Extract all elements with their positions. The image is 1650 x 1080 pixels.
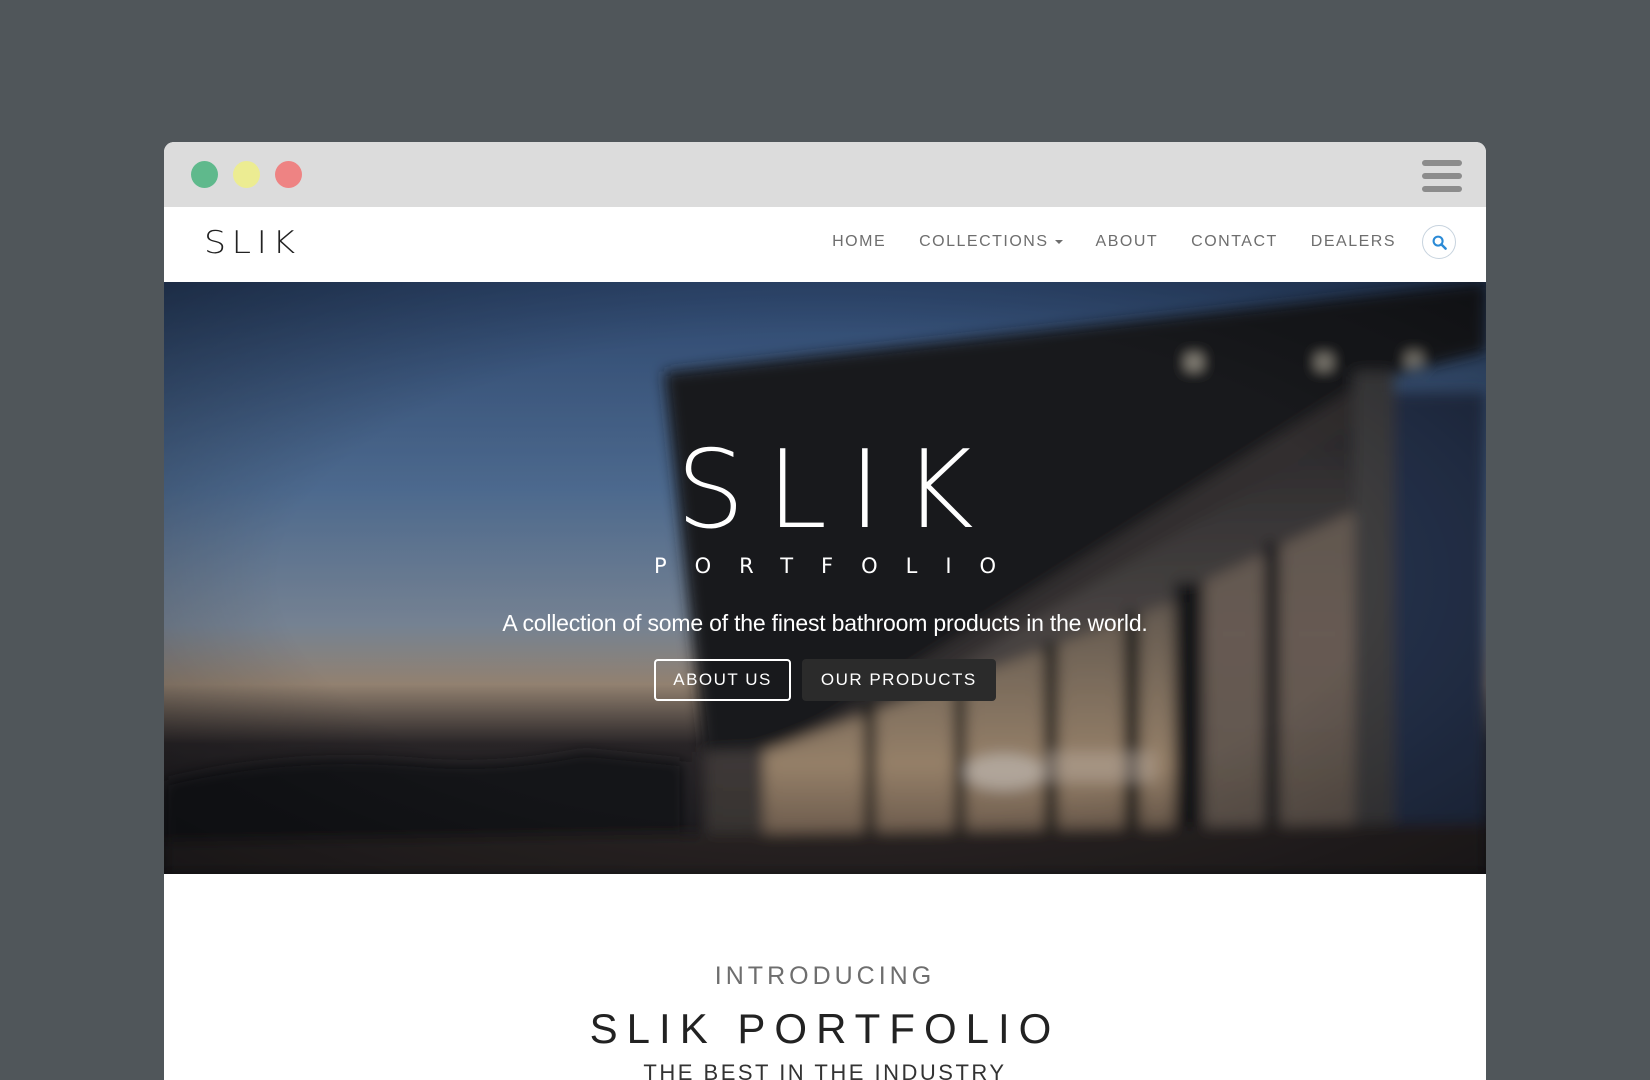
window-minimize-button[interactable] [233, 161, 260, 188]
hero-section: SLIK PORTFOLIO A collection of some of t… [164, 282, 1486, 874]
intro-kicker: INTRODUCING [714, 962, 936, 990]
dropdown-caret-icon [1054, 240, 1063, 244]
nav-item-label: DEALERS [1310, 233, 1396, 250]
about-us-button[interactable]: ABOUT US [654, 659, 791, 701]
nav-item-home[interactable]: HOME [832, 233, 886, 251]
browser-window: SLIK HOME COLLECTIONS ABOUT CONTACT DEAL… [164, 142, 1486, 1080]
nav-item-dealers[interactable]: DEALERS [1311, 233, 1396, 251]
hamburger-line [1422, 160, 1462, 166]
our-products-button[interactable]: OUR PRODUCTS [801, 659, 996, 701]
nav-item-label: HOME [832, 233, 887, 250]
window-titlebar [164, 142, 1486, 207]
intro-section: INTRODUCING SLIK PORTFOLIO THE BEST IN T… [164, 874, 1486, 1080]
intro-subtitle: THE BEST IN THE INDUSTRY [643, 1060, 1007, 1080]
hero-logo-subtitle: PORTFOLIO [653, 554, 1025, 578]
search-icon [1432, 235, 1447, 250]
hamburger-line [1422, 173, 1462, 179]
nav-item-about[interactable]: ABOUT [1096, 233, 1159, 251]
nav-item-collections[interactable]: COLLECTIONS [919, 233, 1063, 251]
search-button[interactable] [1422, 225, 1456, 259]
hamburger-menu-icon[interactable] [1422, 160, 1462, 192]
nav-item-label: ABOUT [1095, 233, 1159, 250]
window-zoom-button[interactable] [191, 161, 218, 188]
hamburger-line [1422, 186, 1462, 192]
hero-tagline: A collection of some of the finest bathr… [502, 610, 1148, 636]
intro-title: SLIK PORTFOLIO [589, 1005, 1061, 1052]
main-nav: HOME COLLECTIONS ABOUT CONTACT DEALERS [799, 224, 1456, 260]
brand-logo[interactable]: SLIK [204, 225, 301, 261]
hero-buttons: ABOUT US OUR PRODUCTS [164, 659, 1486, 701]
nav-item-label: CONTACT [1191, 233, 1278, 250]
window-close-button[interactable] [275, 161, 302, 188]
site-navbar: SLIK HOME COLLECTIONS ABOUT CONTACT DEAL… [164, 207, 1486, 282]
hero-content: SLIK PORTFOLIO A collection of some of t… [164, 282, 1486, 874]
nav-item-contact[interactable]: CONTACT [1191, 233, 1278, 251]
nav-item-label: COLLECTIONS [919, 233, 1049, 250]
hero-logo-title: SLIK [676, 428, 996, 553]
